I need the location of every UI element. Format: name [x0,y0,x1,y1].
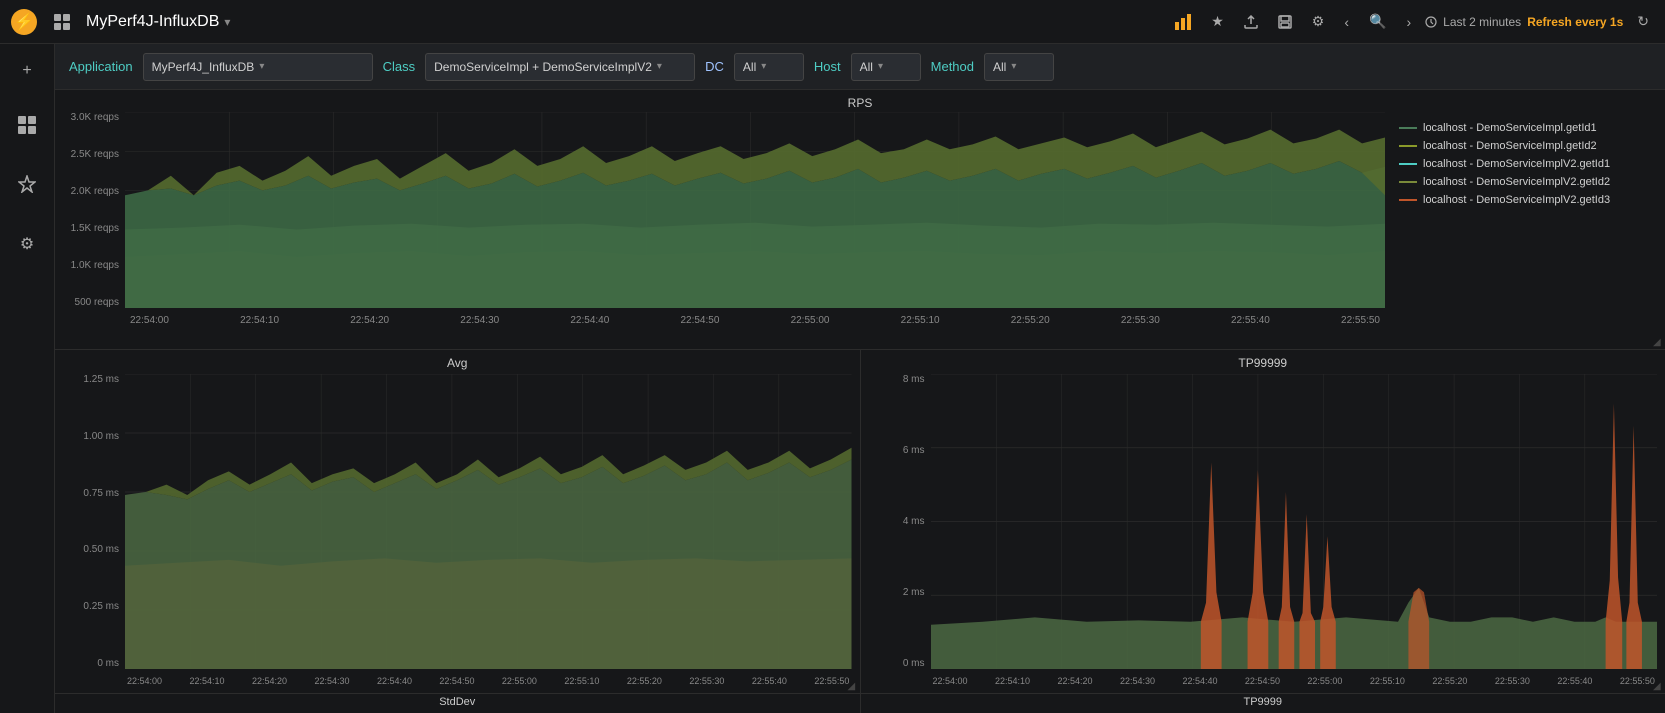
rps-chart-area: 3.0K reqps 2.5K reqps 2.0K reqps 1.5K re… [55,112,1385,332]
time-range-info: Last 2 minutes Refresh every 1s [1425,15,1623,29]
legend-color-4 [1399,181,1417,183]
main-content: Application MyPerf4J_InfluxDB ▾ Class De… [55,44,1665,713]
title-chevron: ▾ [224,15,230,29]
navbar-right: ★ ⚙ ‹ 🔍 › Last 2 minutes Refresh every 1… [1169,9,1655,34]
legend-item-1: localhost - DemoServiceImpl.getId1 [1399,122,1651,134]
dc-dropdown[interactable]: All ▾ [734,53,804,81]
settings-button[interactable]: ⚙ [1306,9,1331,34]
class-label: Class [383,57,416,76]
legend-color-5 [1399,199,1417,201]
save-button[interactable] [1272,11,1298,33]
refresh-label[interactable]: Refresh every 1s [1527,15,1623,29]
avg-y-axis: 1.25 ms 1.00 ms 0.75 ms 0.50 ms 0.25 ms … [55,374,125,669]
host-label: Host [814,59,841,74]
legend-color-3 [1399,163,1417,165]
sidebar-dashboard-button[interactable] [10,108,44,147]
stddev-title: StdDev [55,694,861,713]
share-button[interactable] [1238,11,1264,33]
avg-x-axis: 22:54:00 22:54:10 22:54:20 22:54:30 22:5… [125,669,852,693]
tp9999-title: TP9999 [861,694,1665,713]
forward-button[interactable]: › [1400,10,1417,34]
clock-icon [1425,16,1437,28]
rps-chart-container: RPS 3.0K reqps 2.5K reqps 2.0K reqps 1.5… [55,90,1665,350]
host-dropdown[interactable]: All ▾ [851,53,921,81]
third-row-titles: StdDev TP9999 [55,693,1665,713]
application-chevron: ▾ [259,61,264,72]
zoom-out-button[interactable]: 🔍 [1363,9,1392,34]
dc-chevron: ▾ [761,61,766,72]
rps-legend: localhost - DemoServiceImpl.getId1 local… [1385,112,1665,332]
logo-icon: ⚡ [10,8,38,36]
method-chevron: ▾ [1011,61,1016,72]
avg-chart-svg [125,374,852,669]
back-button[interactable]: ‹ [1338,10,1355,34]
filter-bar: Application MyPerf4J_InfluxDB ▾ Class De… [55,44,1665,90]
tp99999-x-axis: 22:54:00 22:54:10 22:54:20 22:54:30 22:5… [931,669,1658,693]
navbar-left: ⚡ MyPerf4J-InfluxDB ▾ [10,8,230,36]
sidebar-add-button[interactable]: + [14,54,39,88]
rps-y-axis: 3.0K reqps 2.5K reqps 2.0K reqps 1.5K re… [55,112,125,308]
class-dropdown[interactable]: DemoServiceImpl + DemoServiceImplV2 ▾ [425,53,695,81]
rps-chart-svg [125,112,1385,308]
avg-chart-title: Avg [55,356,860,370]
svg-text:⚡: ⚡ [14,12,34,31]
refresh-button[interactable]: ↻ [1631,9,1655,34]
tp99999-resize-handle[interactable]: ◢ [1653,681,1665,693]
avg-chart: Avg 1.25 ms 1.00 ms 0.75 ms 0.50 ms 0.25… [55,350,861,693]
star-button[interactable]: ★ [1205,9,1230,34]
bottom-charts-row: Avg 1.25 ms 1.00 ms 0.75 ms 0.50 ms 0.25… [55,350,1665,693]
legend-item-3: localhost - DemoServiceImplV2.getId1 [1399,158,1651,170]
application-label: Application [69,57,133,76]
sidebar-settings-button[interactable]: ⚙ [12,226,42,262]
tp99999-y-axis: 8 ms 6 ms 4 ms 2 ms 0 ms [861,374,931,669]
legend-color-2 [1399,145,1417,147]
dashboard-title[interactable]: MyPerf4J-InfluxDB ▾ [86,13,230,31]
rps-resize-handle[interactable]: ◢ [1653,337,1665,349]
charts-area: RPS 3.0K reqps 2.5K reqps 2.0K reqps 1.5… [55,90,1665,713]
tp99999-chart: TP99999 8 ms 6 ms 4 ms 2 ms 0 ms [861,350,1665,693]
time-range-label: Last 2 minutes [1443,15,1521,29]
legend-color-1 [1399,127,1417,129]
method-dropdown[interactable]: All ▾ [984,53,1054,81]
legend-item-5: localhost - DemoServiceImplV2.getId3 [1399,194,1651,206]
legend-item-4: localhost - DemoServiceImplV2.getId2 [1399,176,1651,188]
legend-item-2: localhost - DemoServiceImpl.getId2 [1399,140,1651,152]
tp99999-chart-svg [931,374,1658,669]
rps-chart-with-legend: 3.0K reqps 2.5K reqps 2.0K reqps 1.5K re… [55,112,1665,332]
sidebar-alerts-button[interactable] [10,167,44,206]
app-switcher-button[interactable] [48,10,76,34]
rps-x-axis: 22:54:00 22:54:10 22:54:20 22:54:30 22:5… [125,308,1385,332]
rps-chart-title: RPS [55,96,1665,110]
class-chevron: ▾ [657,61,662,72]
navbar: ⚡ MyPerf4J-InfluxDB ▾ ★ [0,0,1665,44]
application-dropdown[interactable]: MyPerf4J_InfluxDB ▾ [143,53,373,81]
method-label: Method [931,59,974,74]
sidebar: + ⚙ [0,44,55,713]
avg-resize-handle[interactable]: ◢ [848,681,860,693]
dc-label: DC [705,59,724,74]
visualization-button[interactable] [1169,10,1197,34]
host-chevron: ▾ [878,61,883,72]
tp99999-chart-title: TP99999 [861,356,1665,370]
